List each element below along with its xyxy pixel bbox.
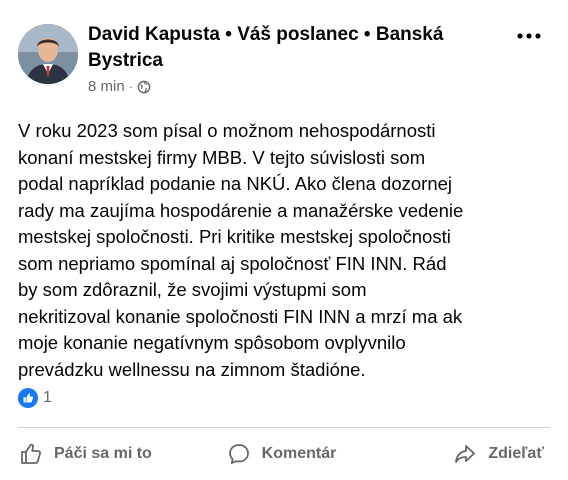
like-label: Páči sa mi to [54,445,152,462]
actions-divider [18,427,550,428]
like-reaction-icon [18,388,38,408]
share-button[interactable]: Zdieľať [369,434,558,474]
globe-icon [137,80,151,93]
more-options-button[interactable] [514,26,544,46]
reactions-summary[interactable]: 1 [18,388,52,408]
more-options-icon [517,33,541,39]
share-label: Zdieľať [488,445,544,462]
reaction-count: 1 [43,389,52,406]
post-card: David Kapusta • Váš poslanec • Banská By… [0,0,568,480]
like-button[interactable]: Páči sa mi to [10,434,193,474]
post-timestamp[interactable]: 8 min [88,78,125,95]
author-block: David Kapusta • Váš poslanec • Banská By… [88,22,508,95]
author-name[interactable]: David Kapusta • Váš poslanec • Banská By… [88,22,508,74]
post-actions: Páči sa mi to Komentár Zdieľať [10,434,558,474]
share-icon [455,445,476,463]
comment-label: Komentár [261,445,337,462]
thumbs-up-icon [21,443,42,464]
post-header: David Kapusta • Váš poslanec • Banská By… [18,22,550,102]
post-text: V roku 2023 som písal o možnom nehospodá… [18,120,464,380]
comment-icon [228,444,249,464]
meta-separator: · [128,79,134,94]
comment-button[interactable]: Komentár [193,434,368,474]
post-meta: 8 min · [88,78,508,95]
avatar-portrait-icon [18,24,78,84]
author-avatar[interactable] [18,24,78,84]
